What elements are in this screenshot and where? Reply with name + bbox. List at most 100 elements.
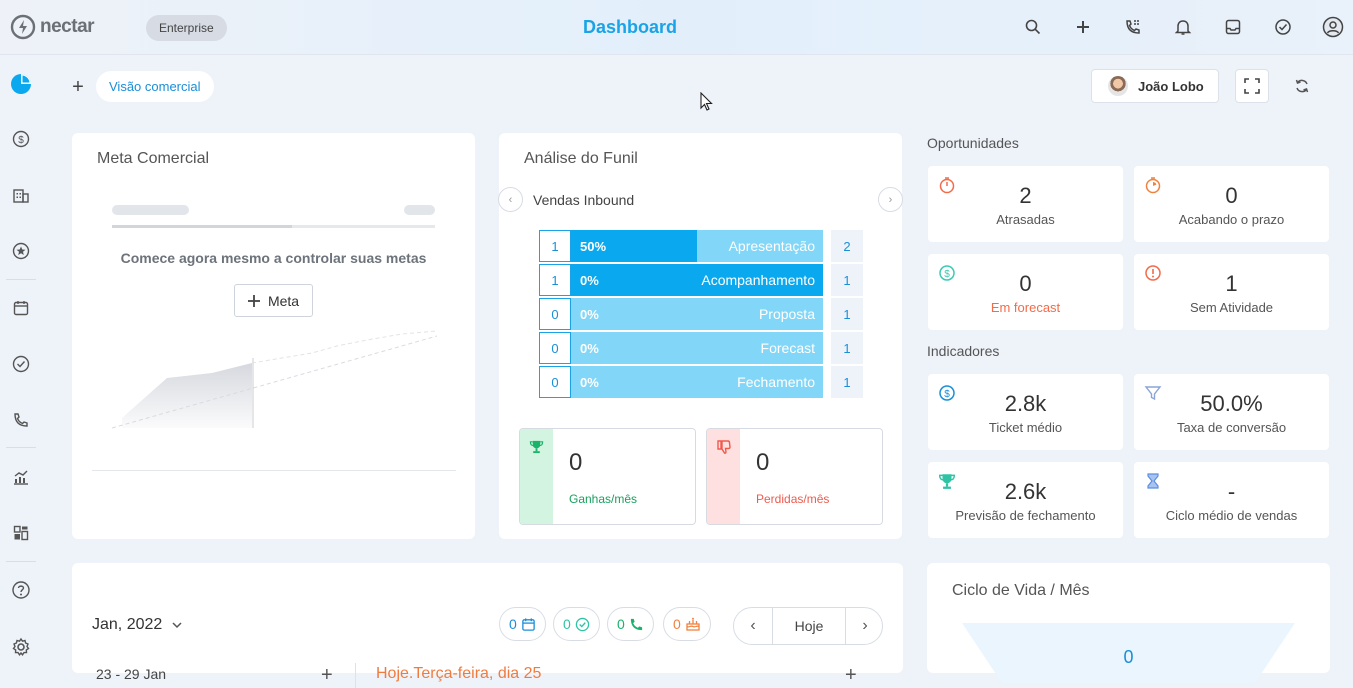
add-today-event-button[interactable]: + [845,664,857,687]
dashboard-pie-icon[interactable] [9,72,33,96]
card-title: Meta Comercial [97,150,210,167]
prev-pipeline-button[interactable]: ‹ [498,187,523,212]
gear-icon[interactable] [9,635,33,659]
kpi-label: Previsão de fechamento [955,508,1096,523]
stage-label: Forecast [760,340,815,356]
funnel-stage[interactable]: 1 50% Apresentação 2 [539,230,863,262]
refresh-icon[interactable] [1290,74,1314,98]
funnel-stage[interactable]: 0 0% Proposta 1 [539,298,863,330]
chevron-left-icon: ‹ [508,193,513,206]
bell-icon[interactable] [1171,15,1195,39]
analytics-icon[interactable] [9,465,33,489]
inbox-icon[interactable] [1221,15,1245,39]
funnel-stage[interactable]: 0 0% Forecast 1 [539,332,863,364]
kpi-label: Em forecast [990,300,1061,315]
user-filter-button[interactable]: João Lobo [1091,69,1219,103]
search-icon[interactable] [1021,15,1045,39]
widgets-icon[interactable] [9,521,33,545]
kpi-label: Acabando o prazo [1178,212,1285,227]
kpi-value: 2.8k [1004,391,1047,416]
phone-dialpad-icon[interactable] [1121,15,1145,39]
add-week-event-button[interactable]: + [321,664,333,687]
chevron-down-icon [172,622,182,629]
kpi-label: Ciclo médio de vendas [1165,508,1298,523]
stage-total: 1 [831,264,863,296]
user-circle-icon[interactable] [1321,15,1345,39]
plus-icon [247,294,260,307]
next-pipeline-button[interactable]: › [878,187,903,212]
kpi-atrasadas[interactable]: 2 Atrasadas [928,166,1123,242]
phone-icon[interactable] [9,408,33,432]
next-week-button[interactable]: › [846,608,884,644]
stage-label: Apresentação [728,238,815,254]
funnel-stage[interactable]: 1 0% Acompanhamento 1 [539,264,863,296]
add-view-button[interactable]: + [68,76,88,99]
kpi-label: Taxa de conversão [1176,420,1287,435]
calendar-icon[interactable] [9,296,33,320]
kpi-value: 0 [1225,183,1238,208]
meta-button-label: Meta [267,292,300,309]
won-deals-box[interactable]: 0 Ganhas/mês [519,428,696,525]
svg-text:$: $ [18,135,24,146]
won-value: 0 [569,449,583,476]
today-button[interactable]: Hoje [772,608,846,644]
cake-icon [686,617,700,631]
prev-week-button[interactable]: ‹ [734,608,772,644]
kpi-em-forecast[interactable]: $ 0 Em forecast [928,254,1123,330]
mouse-cursor-icon [700,92,713,111]
kpi-ciclo-medio[interactable]: - Ciclo médio de vendas [1134,462,1329,538]
divider [355,663,356,688]
add-meta-button[interactable]: Meta [234,284,313,317]
chip-tasks[interactable]: 0 [553,607,600,641]
stage-count: 1 [539,264,571,296]
kpi-value: 1 [1225,271,1238,296]
calendar-icon [522,617,535,631]
kpi-label: Atrasadas [996,212,1055,227]
chip-events[interactable]: 0 [499,607,546,641]
chip-birthdays[interactable]: 0 [663,607,711,641]
stage-count: 1 [539,230,571,262]
lost-deals-box[interactable]: 0 Perdidas/mês [706,428,883,525]
fullscreen-button[interactable] [1235,69,1269,103]
kpi-previsao-fechamento[interactable]: 2.6k Previsão de fechamento [928,462,1123,538]
kpi-taxa-conversao[interactable]: 50.0% Taxa de conversão [1134,374,1329,450]
help-icon[interactable] [9,578,33,602]
plus-icon[interactable] [1071,15,1095,39]
thumbs-down-icon [717,440,731,454]
chip-value: 0 [509,616,517,632]
lost-label: Perdidas/mês [756,492,830,506]
lifecycle-value: 0 [1123,647,1134,667]
month-label: Jan, 2022 [92,616,163,633]
funnel-stage[interactable]: 0 0% Fechamento 1 [539,366,863,398]
tab-visao-comercial[interactable]: Visão comercial [96,71,214,102]
pipeline-name: Vendas Inbound [533,192,635,208]
meta-comercial-card: Meta Comercial Comece agora mesmo a cont… [72,133,475,539]
kpi-label: Ticket médio [988,420,1063,435]
kpi-value: 0 [1019,271,1032,296]
kpi-value: 50.0% [1200,391,1263,416]
star-icon[interactable] [9,239,33,263]
kpi-label: Sem Atividade [1189,300,1274,315]
stage-total: 1 [831,366,863,398]
check-circle-icon[interactable] [9,352,33,376]
chip-calls[interactable]: 0 [607,607,654,641]
avatar [1108,76,1128,96]
kpi-acabando-prazo[interactable]: 0 Acabando o prazo [1134,166,1329,242]
stage-percent: 50% [580,239,607,254]
stage-label: Proposta [758,306,815,322]
stage-label: Acompanhamento [701,272,815,288]
stage-bar: 0% Fechamento [571,366,823,398]
won-side [520,429,553,524]
kpi-sem-atividade[interactable]: 1 Sem Atividade [1134,254,1329,330]
kpi-ticket-medio[interactable]: $ 2.8k Ticket médio [928,374,1123,450]
kpi-value: 2 [1019,183,1032,208]
lost-side [707,429,740,524]
dollar-icon[interactable]: $ [9,127,33,151]
building-icon[interactable] [9,183,33,207]
check-circle-icon[interactable] [1271,15,1295,39]
kpi-value: - [1227,479,1236,504]
stage-total: 1 [831,298,863,330]
chevron-left-icon: ‹ [750,617,756,634]
stage-bar: 0% Forecast [571,332,823,364]
month-selector[interactable]: Jan, 2022 [92,616,182,634]
